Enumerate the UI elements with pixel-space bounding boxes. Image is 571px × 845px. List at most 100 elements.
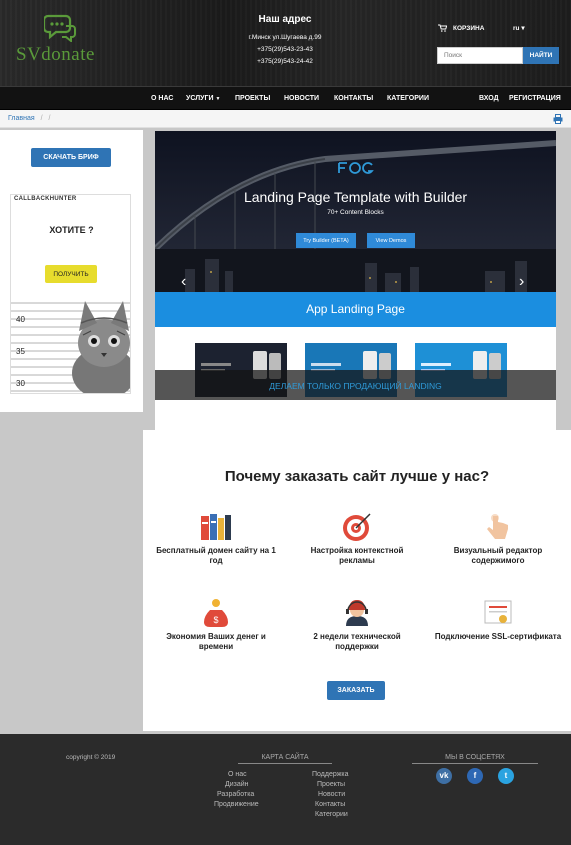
nav-item-categories[interactable]: КАТЕГОРИИ — [387, 95, 429, 102]
books-icon — [201, 514, 231, 540]
callbackhunter-banner[interactable]: CALLBACKHUNTER ХОТИТЕ ? ПОЛУЧИТЬ 40 35 3… — [10, 194, 131, 394]
footer-link-development[interactable]: Разработка — [217, 791, 254, 798]
cat-mugshot-image — [11, 301, 130, 393]
bridge-night-background-image — [155, 131, 556, 301]
register-link[interactable]: РЕГИСТРАЦИЯ — [509, 95, 561, 102]
sitemap-heading: КАРТА САЙТА — [238, 754, 332, 764]
feature-label: Подключение SSL-сертификата — [434, 632, 562, 641]
hero-title: Landing Page Template with Builder — [243, 189, 468, 205]
feature-visual-editor: Визуальный редактор содержимого — [433, 512, 563, 566]
feature-label: Визуальный редактор содержимого — [453, 546, 543, 565]
logo[interactable]: SVdonate — [16, 14, 106, 66]
footer-link-contacts[interactable]: Контакты — [315, 801, 345, 808]
search-button[interactable]: НАЙТИ — [523, 47, 559, 64]
footer-link-news[interactable]: Новости — [318, 791, 345, 798]
copyright: copyright © 2019 — [66, 754, 116, 761]
twitter-icon[interactable]: t — [498, 768, 514, 784]
site-header: SVdonate Наш адрес г.Минск ул.Шугаева д.… — [0, 0, 571, 86]
search-input[interactable] — [437, 47, 523, 64]
language-value: ru — [513, 25, 520, 32]
feature-label: Настройка контекстной рекламы — [310, 546, 404, 565]
ad-get-button[interactable]: ПОЛУЧИТЬ — [45, 265, 97, 283]
chevron-down-icon: ▼ — [215, 96, 221, 102]
cart-icon — [438, 24, 447, 32]
social-heading: МЫ В СОЦСЕТЯХ — [412, 754, 538, 764]
footer-link-promotion[interactable]: Продвижение — [214, 801, 259, 808]
money-bag-icon: $ — [204, 599, 228, 627]
slide-dot-active[interactable] — [354, 411, 360, 417]
height-mark: 30 — [16, 379, 25, 388]
ad-question: ХОТИТЕ ? — [49, 225, 94, 235]
nav-item-projects[interactable]: ПРОЕКТЫ — [235, 95, 270, 102]
footer-link-about[interactable]: О нас — [228, 771, 247, 778]
feature-support: 2 недели технической поддержки — [292, 598, 422, 652]
breadcrumb-separator: / — [48, 115, 51, 122]
language-select[interactable]: ru ▾ — [513, 24, 525, 32]
target-icon — [343, 513, 371, 541]
print-icon[interactable] — [553, 114, 563, 124]
address-title: Наш адрес — [258, 14, 312, 25]
svg-text:$: $ — [213, 615, 218, 625]
site-footer: copyright © 2019 КАРТА САЙТА О нас Дизай… — [0, 734, 571, 845]
logo-text: SVdonate — [16, 44, 95, 65]
login-link[interactable]: ВХОД — [479, 95, 499, 102]
hero-slider[interactable]: Landing Page Template with Builder 70+ C… — [155, 131, 556, 430]
nav-item-services-label: УСЛУГИ — [186, 95, 214, 102]
sidebar: СКАЧАТЬ БРИФ CALLBACKHUNTER ХОТИТЕ ? ПОЛ… — [0, 130, 143, 412]
facebook-icon[interactable]: f — [467, 768, 483, 784]
slide-dot[interactable] — [345, 411, 351, 417]
slide-caption: ДЕЛАЕМ ТОЛЬКО ПРОДАЮЩИЙ LANDING — [269, 381, 442, 391]
why-us-section: Почему заказать сайт лучше у нас? Беспла… — [143, 430, 571, 731]
band-title: App Landing Page — [306, 302, 405, 316]
feature-save-money: $ Экономия Ваших денег и времени — [151, 598, 281, 652]
footer-link-design[interactable]: Дизайн — [225, 781, 249, 788]
footer-link-support[interactable]: Поддержка — [312, 771, 349, 778]
view-demos-button[interactable]: View Demos — [367, 233, 415, 248]
fog-logo-icon — [338, 162, 374, 174]
breadcrumb: Главная / / — [0, 110, 571, 128]
feature-ssl: Подключение SSL-сертификата — [433, 598, 563, 642]
breadcrumb-separator: / — [40, 115, 43, 122]
nav-item-news[interactable]: НОВОСТИ — [284, 95, 319, 102]
phone-1[interactable]: +375(29)543-23-43 — [230, 44, 340, 56]
order-button[interactable]: ЗАКАЗАТЬ — [327, 681, 385, 700]
app-landing-band: App Landing Page — [155, 292, 556, 327]
feature-label: Экономия Ваших денег и времени — [166, 632, 266, 651]
cart-link[interactable]: КОРЗИНА — [438, 24, 484, 32]
slide-caption-band: ДЕЛАЕМ ТОЛЬКО ПРОДАЮЩИЙ LANDING — [155, 370, 556, 400]
chat-bubble-logo-icon — [44, 14, 76, 42]
prev-slide-icon[interactable]: ‹ — [181, 273, 186, 291]
main-nav: О НАС УСЛУГИ ▼ ПРОЕКТЫ НОВОСТИ КОНТАКТЫ … — [0, 86, 571, 110]
height-mark: 35 — [16, 347, 25, 356]
phone-2[interactable]: +375(29)543-24-42 — [230, 56, 340, 68]
nav-item-services[interactable]: УСЛУГИ ▼ — [186, 95, 220, 102]
feature-free-domain: Бесплатный домен сайту на 1 год — [151, 512, 281, 566]
height-chart-lineup: 40 35 30 — [11, 293, 130, 393]
feature-label: Бесплатный домен сайту на 1 год — [156, 546, 276, 565]
feature-context-ads: Настройка контекстной рекламы — [292, 512, 422, 566]
cart-label: КОРЗИНА — [453, 24, 485, 32]
pointer-hand-icon — [487, 514, 508, 539]
height-mark: 40 — [16, 315, 25, 324]
try-builder-button[interactable]: Try Builder (BETA) — [296, 233, 356, 248]
why-us-title: Почему заказать сайт лучше у нас? — [224, 468, 490, 485]
download-brief-button[interactable]: СКАЧАТЬ БРИФ — [31, 148, 111, 167]
ad-brand: CALLBACKHUNTER — [14, 196, 77, 202]
hero-subtitle: 70+ Content Blocks — [327, 209, 384, 216]
nav-item-contacts[interactable]: КОНТАКТЫ — [334, 95, 373, 102]
chevron-down-icon: ▾ — [521, 25, 525, 32]
vk-icon[interactable]: vk — [436, 768, 452, 784]
footer-link-projects[interactable]: Проекты — [317, 781, 345, 788]
address-block: Наш адрес г.Минск ул.Шугаева д.99 +375(2… — [230, 14, 340, 68]
slide-dot[interactable] — [363, 411, 369, 417]
next-slide-icon[interactable]: › — [519, 273, 524, 291]
nav-item-about[interactable]: О НАС — [151, 95, 173, 102]
breadcrumb-home[interactable]: Главная — [8, 115, 35, 122]
support-agent-icon — [346, 600, 368, 626]
address-street: г.Минск ул.Шугаева д.99 — [248, 34, 322, 41]
feature-label: 2 недели технической поддержки — [313, 632, 401, 651]
breadcrumb-trail: Главная / / — [8, 115, 50, 122]
footer-link-categories[interactable]: Категории — [315, 811, 348, 818]
slider-dots — [345, 411, 369, 417]
certificate-icon — [484, 600, 512, 624]
